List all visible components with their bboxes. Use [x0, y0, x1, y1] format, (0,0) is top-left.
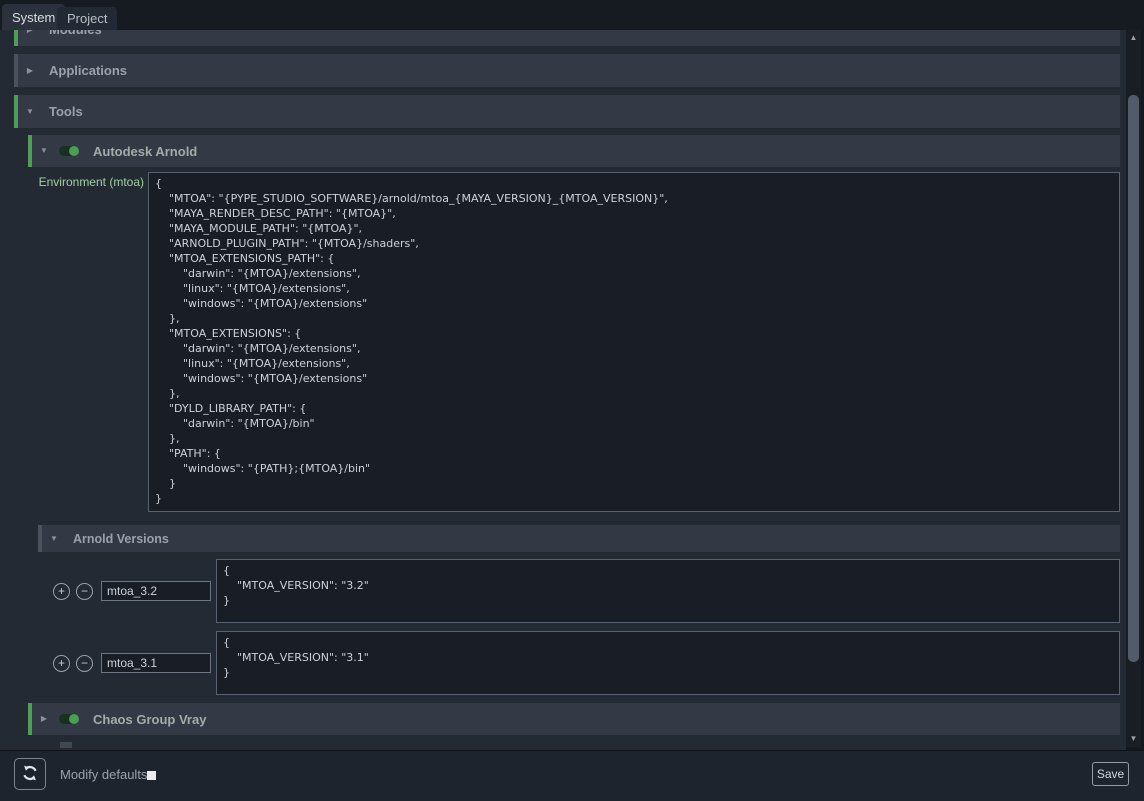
expanded-arrow-icon[interactable]: ▼ [47, 535, 61, 543]
tool-title: Autodesk Arnold [93, 144, 197, 159]
version-row: + − { "MTOA_VERSION": "3.2" } [53, 559, 1120, 623]
subsection-title: Arnold Versions [73, 532, 169, 546]
tab-project[interactable]: Project [57, 7, 117, 30]
section-title: Tools [49, 104, 83, 119]
modify-defaults-label: Modify defaults [60, 767, 147, 782]
footer-bar: Modify defaults Save [0, 750, 1144, 801]
vray-enabled-toggle[interactable] [59, 714, 79, 724]
environment-label: Environment (mtoa) [0, 172, 148, 512]
environment-json-textarea[interactable]: { "MTOA": "{PYPE_STUDIO_SOFTWARE}/arnold… [148, 172, 1120, 512]
expanded-arrow-icon[interactable]: ▼ [23, 108, 37, 116]
remove-version-button[interactable]: − [76, 583, 93, 600]
settings-scroll-area: ▶ Modules ▶ Applications ▼ Tools ▼ Autod… [0, 30, 1126, 750]
expanded-arrow-icon[interactable]: ▼ [37, 147, 51, 155]
collapsed-arrow-icon[interactable]: ▶ [37, 715, 51, 723]
section-title: Modules [49, 30, 102, 37]
arnold-enabled-toggle[interactable] [59, 146, 79, 156]
collapsed-arrow-icon[interactable]: ▶ [23, 67, 37, 75]
scroll-up-icon[interactable]: ▲ [1126, 32, 1141, 44]
toggle-knob [69, 146, 79, 156]
environment-row: Environment (mtoa) { "MTOA": "{PYPE_STUD… [0, 172, 1126, 512]
refresh-icon [21, 764, 39, 785]
tab-system[interactable]: System [2, 4, 65, 30]
add-version-button[interactable]: + [53, 583, 70, 600]
toggle-knob [69, 714, 79, 724]
horizontal-scrollbar-thumb[interactable] [60, 742, 72, 748]
tab-bar: System Project [0, 0, 1144, 30]
tool-title: Chaos Group Vray [93, 712, 206, 727]
version-json-textarea[interactable]: { "MTOA_VERSION": "3.2" } [216, 559, 1120, 623]
scroll-down-icon[interactable]: ▼ [1126, 733, 1141, 745]
vertical-scrollbar-thumb[interactable] [1128, 95, 1139, 662]
version-row: + − { "MTOA_VERSION": "3.1" } [53, 631, 1120, 695]
subsection-header-arnold-versions[interactable]: ▼ Arnold Versions [38, 525, 1120, 552]
section-header-applications[interactable]: ▶ Applications [14, 54, 1120, 87]
section-header-tools[interactable]: ▼ Tools [14, 95, 1120, 128]
refresh-button[interactable] [14, 758, 46, 790]
tool-header-autodesk-arnold[interactable]: ▼ Autodesk Arnold [28, 135, 1120, 167]
tool-header-chaos-group-vray[interactable]: ▶ Chaos Group Vray [28, 703, 1120, 735]
version-name-input[interactable] [101, 653, 211, 673]
section-header-modules[interactable]: ▶ Modules [14, 30, 1120, 46]
remove-version-button[interactable]: − [76, 655, 93, 672]
version-name-input[interactable] [101, 581, 211, 601]
save-button[interactable]: Save [1092, 762, 1129, 786]
modify-defaults-checkbox[interactable] [147, 771, 156, 780]
vertical-scrollbar[interactable]: ▲ ▼ [1126, 30, 1141, 747]
version-json-textarea[interactable]: { "MTOA_VERSION": "3.1" } [216, 631, 1120, 695]
section-title: Applications [49, 63, 127, 78]
collapsed-arrow-icon[interactable]: ▶ [23, 30, 37, 34]
add-version-button[interactable]: + [53, 655, 70, 672]
